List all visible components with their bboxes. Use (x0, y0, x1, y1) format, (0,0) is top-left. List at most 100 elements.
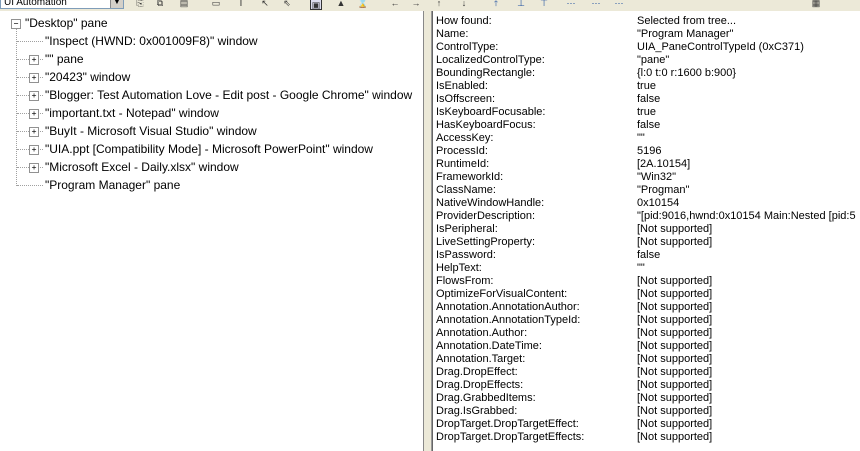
property-name: ClassName: (436, 184, 496, 196)
property-name: HelpText: (436, 262, 482, 274)
properties-list[interactable]: How found: Selected from tree... Name: "Pro… (432, 11, 860, 451)
property-row[interactable]: OptimizeForVisualContent: [Not supported] (436, 288, 860, 301)
refresh-icon[interactable]: ▦ (810, 0, 822, 8)
pointer-icon[interactable]: ↖ (259, 0, 271, 8)
property-value: false (637, 119, 661, 131)
property-row[interactable]: HasKeyboardFocus: false (436, 119, 860, 132)
property-row[interactable]: BoundingRectangle: {l:0 t:0 r:1600 b:900} (436, 67, 860, 80)
property-row[interactable]: DropTarget.DropTargetEffect: [Not support… (436, 418, 860, 431)
property-row[interactable]: Annotation.AnnotationTypeId: [Not support… (436, 314, 860, 327)
property-name: OptimizeForVisualContent: (436, 288, 568, 300)
property-row[interactable]: LiveSettingProperty: [Not supported] (436, 236, 860, 249)
tree-item[interactable]: + "BuyIt - Microsoft Visual Studio" windo… (0, 122, 423, 140)
property-value: "Progman" (637, 184, 690, 196)
property-row[interactable]: Name: "Program Manager" (436, 28, 860, 41)
property-row[interactable]: IsPeripheral: [Not supported] (436, 223, 860, 236)
tree-item[interactable]: + "UIA.ppt [Compatibility Mode] - Microso… (0, 140, 423, 158)
property-row[interactable]: Annotation.AnnotationAuthor: [Not support… (436, 301, 860, 314)
property-row[interactable]: Annotation.Target: [Not supported] (436, 353, 860, 366)
property-row[interactable]: ProviderDescription: "[pid:9016,hwnd:0x10… (436, 210, 860, 223)
property-value: false (637, 93, 661, 105)
pane-splitter[interactable] (424, 11, 432, 451)
hover-icon[interactable]: ⇖ (281, 0, 293, 8)
property-value: [Not supported] (637, 392, 713, 404)
property-row[interactable]: IsKeyboardFocusable: true (436, 106, 860, 119)
property-value: [Not supported] (637, 418, 713, 430)
property-name: IsKeyboardFocusable: (436, 106, 546, 118)
property-name: HasKeyboardFocus: (436, 119, 536, 131)
next-icon[interactable]: ⋯ (590, 0, 602, 8)
tree-item-label: "Desktop" pane (25, 16, 108, 30)
focus-icon[interactable]: ▣ (310, 0, 322, 10)
tree-item[interactable]: + "20423" window (0, 68, 423, 86)
automation-mode-value: UI Automation (4, 0, 67, 8)
property-row[interactable]: NativeWindowHandle: 0x10154 (436, 197, 860, 210)
expand-icon[interactable]: + (29, 109, 39, 119)
collapse-icon[interactable]: − (11, 19, 21, 29)
save-icon[interactable]: ▤ (178, 0, 190, 8)
caret-icon[interactable]: Ⅰ (235, 0, 247, 8)
property-row[interactable]: IsPassword: false (436, 249, 860, 262)
tree-item-label: "UIA.ppt [Compatibility Mode] - Microsof… (45, 142, 373, 156)
automation-mode-select[interactable]: UI Automation ▼ (0, 0, 124, 9)
tree-item[interactable]: "Inspect (HWND: 0x001009F8)" window (0, 32, 423, 50)
property-row[interactable]: IsEnabled: true (436, 80, 860, 93)
tree-item-label: "" pane (45, 52, 84, 66)
last-child-icon[interactable]: ⋯ (613, 0, 625, 8)
property-row[interactable]: Drag.DropEffect: [Not supported] (436, 366, 860, 379)
property-name: Annotation.AnnotationAuthor: (436, 301, 580, 313)
property-row[interactable]: Annotation.DateTime: [Not supported] (436, 340, 860, 353)
property-name: AccessKey: (436, 132, 494, 144)
expand-icon[interactable]: + (29, 163, 39, 173)
expand-icon[interactable]: + (29, 91, 39, 101)
expand-icon[interactable]: + (29, 127, 39, 137)
property-row[interactable]: IsOffscreen: false (436, 93, 860, 106)
property-name: BoundingRectangle: (436, 67, 536, 79)
property-value: [Not supported] (637, 379, 713, 391)
property-row[interactable]: AccessKey: "" (436, 132, 860, 145)
parent-icon[interactable]: ⊥ (515, 0, 527, 8)
property-row[interactable]: Drag.DropEffects: [Not supported] (436, 379, 860, 392)
nav-up-icon[interactable]: ⤒ (490, 0, 502, 8)
property-row[interactable]: FrameworkId: "Win32" (436, 171, 860, 184)
copy-tree-icon[interactable]: ⧉ (154, 0, 166, 8)
property-row[interactable]: Annotation.Author: [Not supported] (436, 327, 860, 340)
property-row[interactable]: FlowsFrom: [Not supported] (436, 275, 860, 288)
property-row[interactable]: Drag.IsGrabbed: [Not supported] (436, 405, 860, 418)
tree-item[interactable]: + "Microsoft Excel - Daily.xlsx" window (0, 158, 423, 176)
tree-root-desktop[interactable]: − "Desktop" pane (0, 14, 423, 32)
watch-cursor-icon[interactable]: ⌛ (357, 0, 369, 8)
back-icon[interactable]: ← (389, 0, 401, 8)
copy-icon[interactable]: ⎘ (134, 0, 146, 8)
property-row[interactable]: HelpText: "" (436, 262, 860, 275)
chevron-down-icon[interactable]: ▼ (110, 0, 123, 8)
property-value: "Program Manager" (637, 28, 734, 40)
property-row[interactable]: ClassName: "Progman" (436, 184, 860, 197)
tree-item[interactable]: + "Blogger: Test Automation Love - Edit p… (0, 86, 423, 104)
property-row[interactable]: ProcessId: 5196 (436, 145, 860, 158)
property-row[interactable]: How found: Selected from tree... (436, 15, 860, 28)
expand-icon[interactable]: + (29, 55, 39, 65)
forward-icon[interactable]: → (410, 0, 422, 8)
rectangle-icon[interactable]: ▭ (210, 0, 222, 8)
up-icon[interactable]: ↑ (433, 0, 445, 8)
property-name: FlowsFrom: (436, 275, 494, 287)
tree-item[interactable]: + "important.txt - Notepad" window (0, 104, 423, 122)
property-row[interactable]: RuntimeId: [2A.10154] (436, 158, 860, 171)
tree-item[interactable]: + "" pane (0, 50, 423, 68)
highlight-icon[interactable]: ▲ (335, 0, 347, 8)
property-row[interactable]: Drag.GrabbedItems: [Not supported] (436, 392, 860, 405)
property-row[interactable]: LocalizedControlType: "pane" (436, 54, 860, 67)
property-row[interactable]: DropTarget.DropTargetEffects: [Not suppor… (436, 431, 860, 444)
property-row[interactable]: ControlType: UIA_PaneControlTypeId (0xC37… (436, 41, 860, 54)
previous-icon[interactable]: ⋯ (565, 0, 577, 8)
first-child-icon[interactable]: ⊤ (538, 0, 550, 8)
down-icon[interactable]: ↓ (458, 0, 470, 8)
tree-item[interactable]: "Program Manager" pane (0, 176, 423, 194)
element-tree[interactable]: − "Desktop" pane "Inspect (HWND: 0x001009F… (0, 11, 424, 451)
property-value: [Not supported] (637, 340, 713, 352)
property-name: ProviderDescription: (436, 210, 536, 222)
property-name: IsPeripheral: (436, 223, 498, 235)
expand-icon[interactable]: + (29, 73, 39, 83)
expand-icon[interactable]: + (29, 145, 39, 155)
